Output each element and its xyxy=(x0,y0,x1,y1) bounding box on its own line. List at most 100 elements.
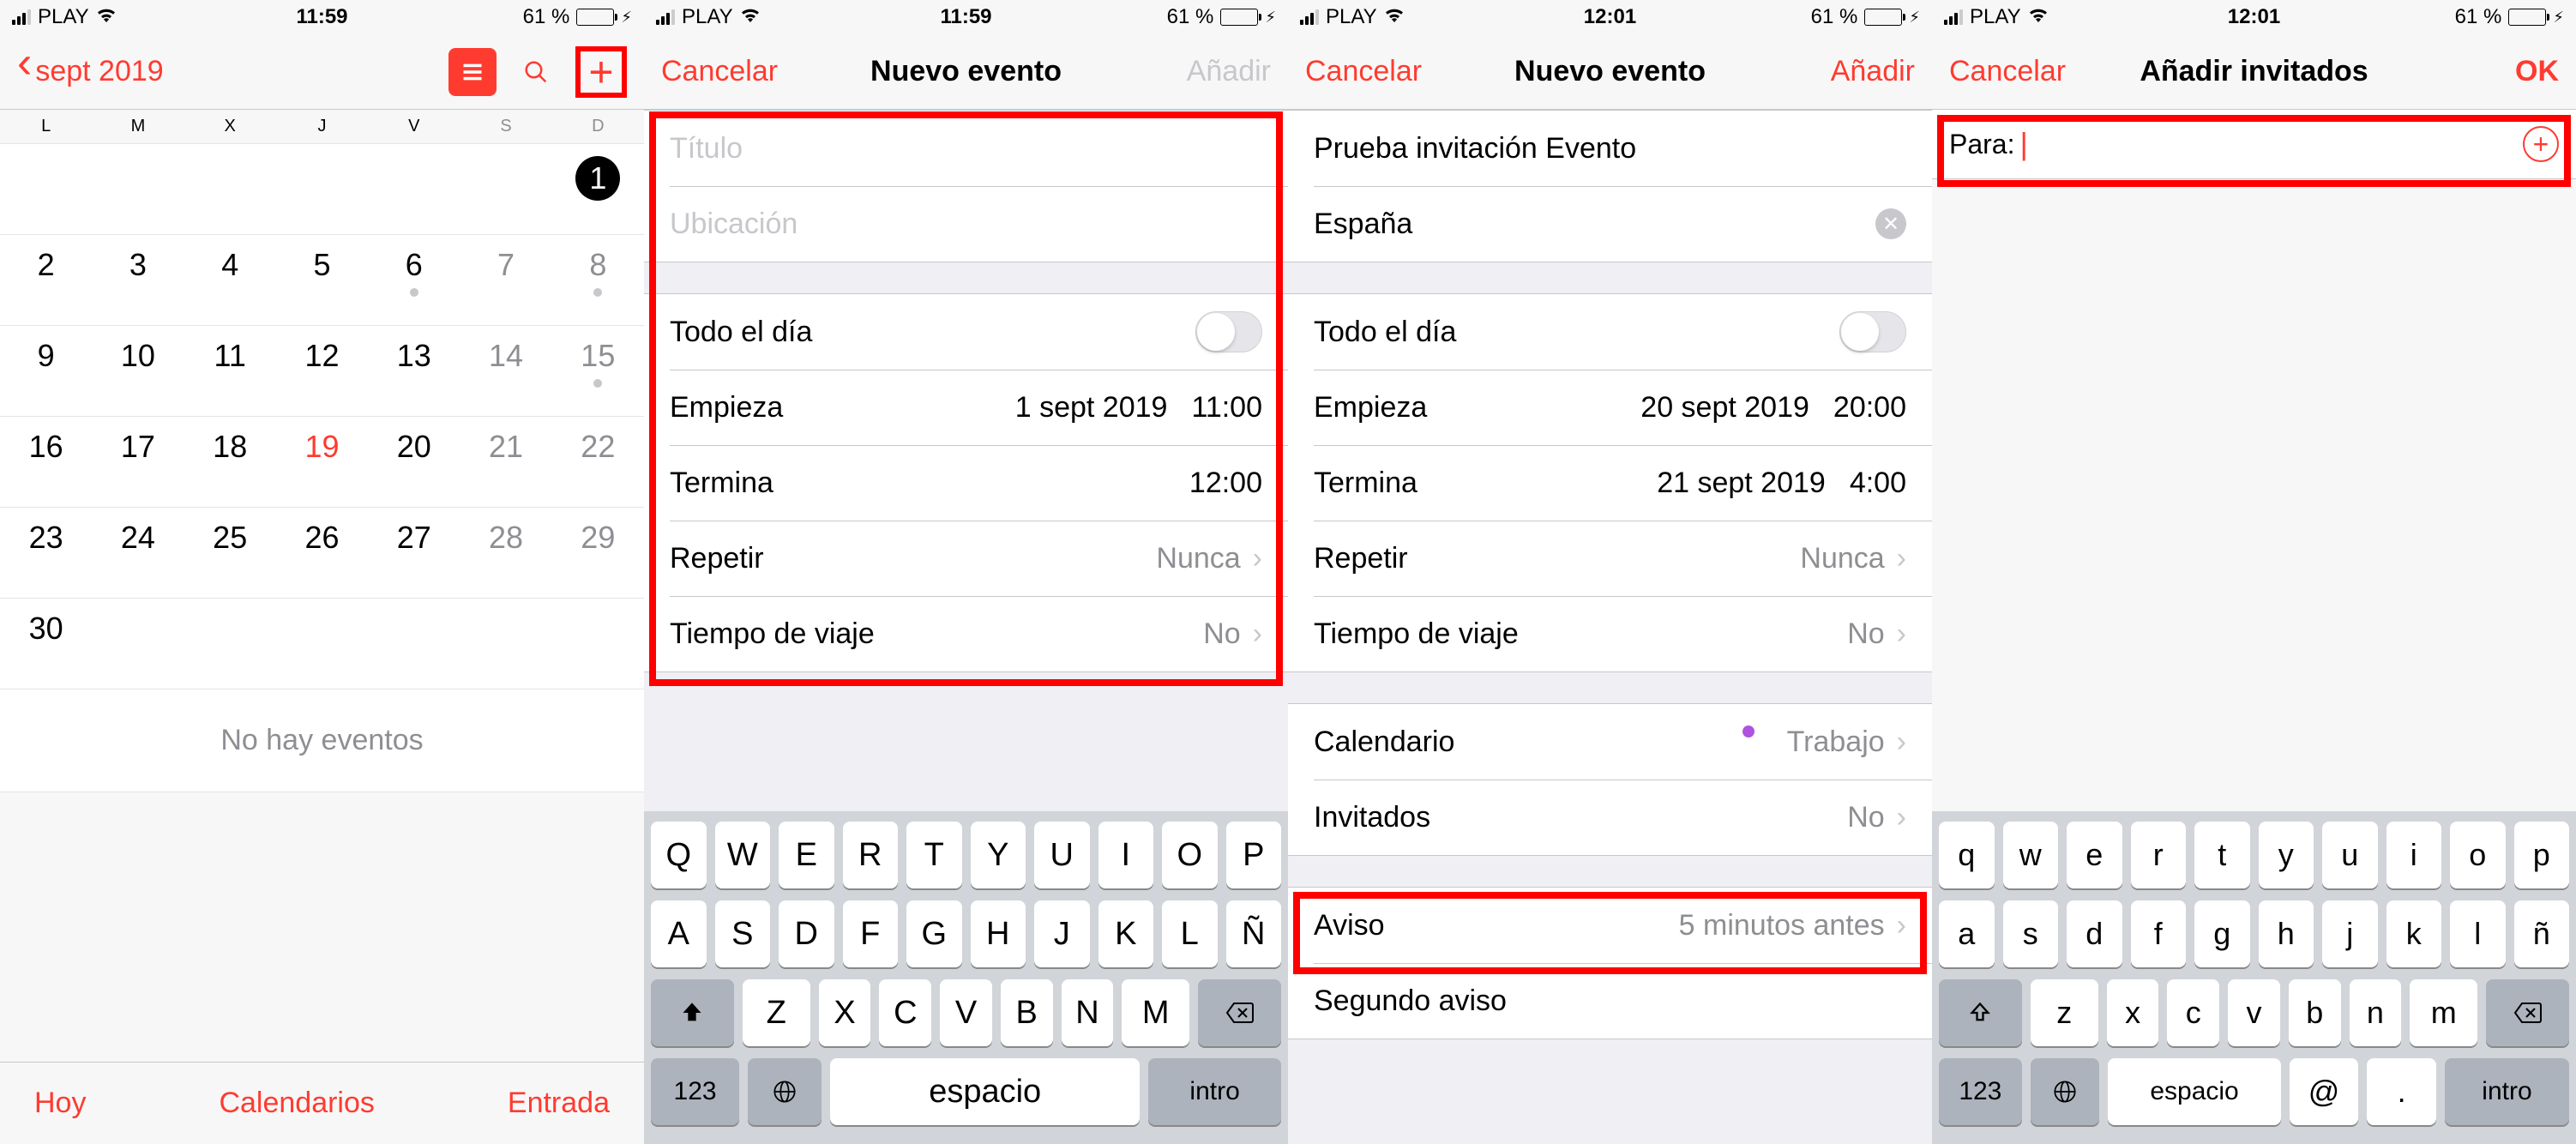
key-l[interactable]: L xyxy=(1162,900,1218,967)
calendar-day[interactable]: 7 xyxy=(460,235,551,325)
key-i[interactable]: I xyxy=(1098,822,1154,888)
key-r[interactable]: R xyxy=(843,822,899,888)
globe-key[interactable] xyxy=(2031,1058,2100,1125)
key-h[interactable]: h xyxy=(2259,900,2314,967)
calendar-day[interactable]: 22 xyxy=(552,417,644,507)
ok-button[interactable]: OK xyxy=(2515,55,2559,88)
calendar-day[interactable] xyxy=(92,144,184,234)
key-k[interactable]: k xyxy=(2386,900,2442,967)
calendar-day[interactable] xyxy=(460,599,551,689)
key-f[interactable]: f xyxy=(2131,900,2187,967)
calendar-day[interactable]: 27 xyxy=(368,508,460,598)
calendar-day[interactable]: 28 xyxy=(460,508,551,598)
numbers-key[interactable]: 123 xyxy=(651,1058,739,1125)
key-x[interactable]: X xyxy=(819,979,871,1046)
key-g[interactable]: G xyxy=(906,900,962,967)
add-button[interactable]: Añadir xyxy=(1831,55,1915,88)
calendar-day[interactable]: 18 xyxy=(184,417,276,507)
shift-key[interactable] xyxy=(651,979,734,1046)
key-b[interactable]: b xyxy=(2289,979,2341,1046)
calendar-day[interactable]: 30 xyxy=(0,599,92,689)
key-h[interactable]: H xyxy=(971,900,1026,967)
to-field[interactable]: Para: | + xyxy=(1932,110,2576,178)
title-field[interactable]: Título xyxy=(644,111,1288,186)
key-z[interactable]: z xyxy=(2031,979,2098,1046)
calendar-day[interactable]: 15 xyxy=(552,326,644,416)
key-c[interactable]: C xyxy=(879,979,931,1046)
dot-key[interactable]: . xyxy=(2367,1058,2436,1125)
key-z[interactable]: Z xyxy=(743,979,810,1046)
key-ñ[interactable]: ñ xyxy=(2514,900,2570,967)
key-j[interactable]: j xyxy=(2322,900,2378,967)
calendar-day[interactable]: 5 xyxy=(276,235,368,325)
key-c[interactable]: c xyxy=(2167,979,2219,1046)
key-j[interactable]: J xyxy=(1034,900,1090,967)
calendar-grid[interactable]: 1234567891011121314151617181920212223242… xyxy=(0,143,644,689)
invitees-row[interactable]: InvitadosNo› xyxy=(1288,780,1932,855)
starts-row[interactable]: Empieza20 sept 201920:00 xyxy=(1288,370,1932,445)
calendar-day[interactable] xyxy=(368,144,460,234)
key-q[interactable]: Q xyxy=(651,822,707,888)
ends-row[interactable]: Termina12:00 xyxy=(644,445,1288,521)
key-w[interactable]: w xyxy=(2003,822,2059,888)
add-event-button[interactable]: + xyxy=(575,46,627,98)
key-m[interactable]: m xyxy=(2410,979,2477,1046)
backspace-key[interactable] xyxy=(1198,979,1281,1046)
calendar-day[interactable]: 16 xyxy=(0,417,92,507)
calendars-button[interactable]: Calendarios xyxy=(219,1087,374,1120)
calendar-day[interactable] xyxy=(184,144,276,234)
calendar-day[interactable]: 23 xyxy=(0,508,92,598)
backspace-key[interactable] xyxy=(2486,979,2569,1046)
calendar-day[interactable]: 21 xyxy=(460,417,551,507)
calendar-row[interactable]: CalendarioTrabajo› xyxy=(1288,704,1932,780)
list-view-button[interactable] xyxy=(448,48,497,96)
allday-row[interactable]: Todo el día xyxy=(644,294,1288,370)
inbox-button[interactable]: Entrada xyxy=(508,1087,610,1120)
shift-key[interactable] xyxy=(1939,979,2022,1046)
enter-key[interactable]: intro xyxy=(1148,1058,1281,1125)
calendar-day[interactable]: 12 xyxy=(276,326,368,416)
key-v[interactable]: V xyxy=(940,979,992,1046)
calendar-day[interactable] xyxy=(184,599,276,689)
title-field[interactable]: Prueba invitación Evento xyxy=(1288,111,1932,186)
key-l[interactable]: l xyxy=(2450,900,2506,967)
key-m[interactable]: M xyxy=(1122,979,1189,1046)
allday-switch[interactable] xyxy=(1195,311,1262,352)
calendar-day[interactable]: 8 xyxy=(552,235,644,325)
enter-key[interactable]: intro xyxy=(2445,1058,2569,1125)
calendar-day[interactable]: 9 xyxy=(0,326,92,416)
ends-row[interactable]: Termina21 sept 20194:00 xyxy=(1288,445,1932,521)
calendar-day[interactable]: 19 xyxy=(276,417,368,507)
location-field[interactable]: Ubicación xyxy=(644,186,1288,262)
calendar-day[interactable]: 13 xyxy=(368,326,460,416)
calendar-day[interactable]: 4 xyxy=(184,235,276,325)
key-y[interactable]: y xyxy=(2259,822,2314,888)
key-i[interactable]: i xyxy=(2386,822,2442,888)
key-y[interactable]: Y xyxy=(971,822,1026,888)
keyboard[interactable]: QWERTYUIOP ASDFGHJKLÑ ZXCVBNM 123 espaci… xyxy=(644,811,1288,1144)
key-e[interactable]: e xyxy=(2067,822,2122,888)
key-g[interactable]: g xyxy=(2194,900,2250,967)
calendar-day[interactable]: 11 xyxy=(184,326,276,416)
calendar-day[interactable]: 10 xyxy=(92,326,184,416)
key-u[interactable]: u xyxy=(2322,822,2378,888)
calendar-day[interactable]: 14 xyxy=(460,326,551,416)
key-v[interactable]: v xyxy=(2228,979,2280,1046)
repeat-row[interactable]: RepetirNunca› xyxy=(644,521,1288,596)
travel-row[interactable]: Tiempo de viajeNo› xyxy=(1288,596,1932,671)
calendar-day[interactable] xyxy=(552,599,644,689)
numbers-key[interactable]: 123 xyxy=(1939,1058,2022,1125)
key-o[interactable]: o xyxy=(2450,822,2506,888)
space-key[interactable]: espacio xyxy=(830,1058,1140,1125)
key-t[interactable]: t xyxy=(2194,822,2250,888)
calendar-day[interactable]: 24 xyxy=(92,508,184,598)
key-a[interactable]: A xyxy=(651,900,707,967)
key-b[interactable]: B xyxy=(1001,979,1053,1046)
key-n[interactable]: n xyxy=(2350,979,2402,1046)
repeat-row[interactable]: RepetirNunca› xyxy=(1288,521,1932,596)
today-button[interactable]: Hoy xyxy=(34,1087,86,1120)
search-button[interactable] xyxy=(512,48,560,96)
calendar-day[interactable]: 3 xyxy=(92,235,184,325)
clear-location-icon[interactable]: ✕ xyxy=(1875,208,1906,239)
key-ñ[interactable]: Ñ xyxy=(1226,900,1282,967)
